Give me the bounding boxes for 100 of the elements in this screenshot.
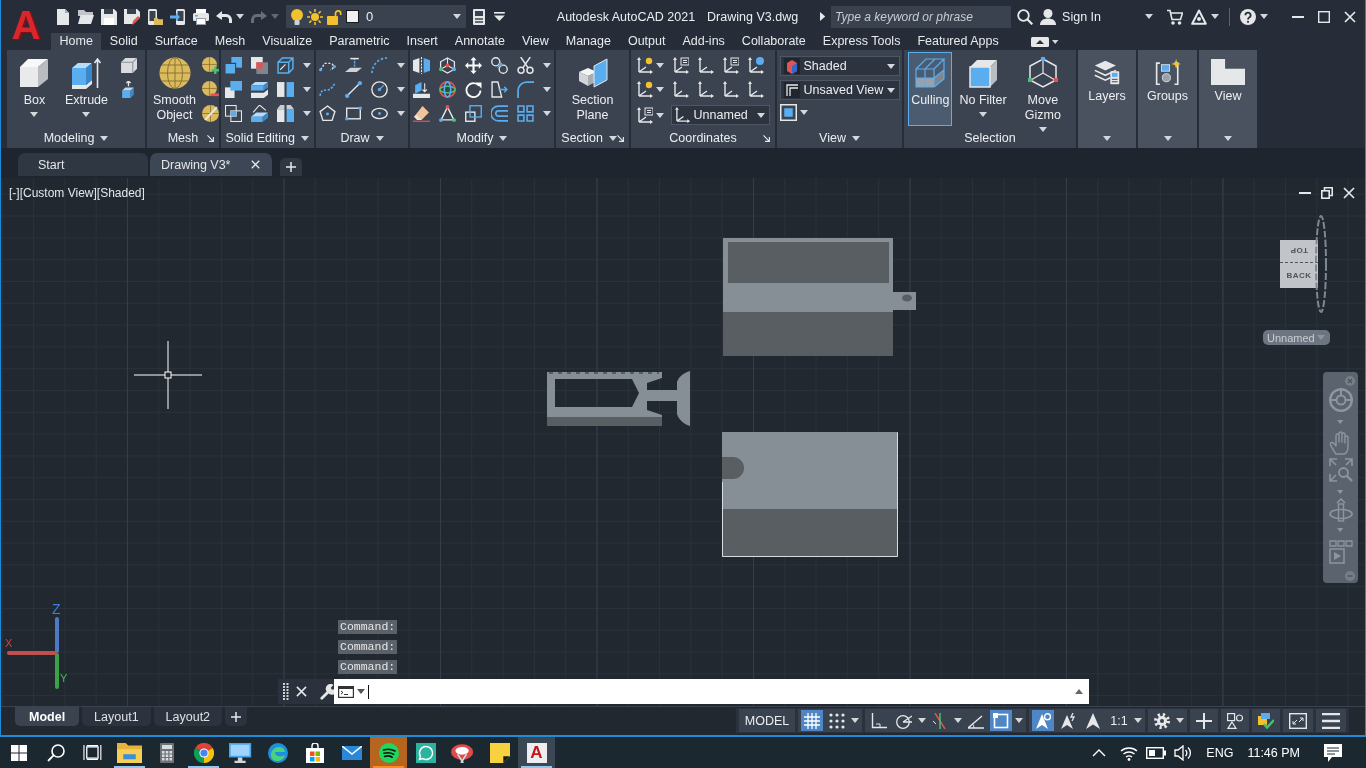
ribbon-tab[interactable]: Manage bbox=[557, 33, 620, 50]
ribbon-button[interactable]: Move Gizmo bbox=[1013, 52, 1072, 126]
ribbon-dropdown[interactable]: Unnamed bbox=[670, 105, 770, 125]
save-icon[interactable] bbox=[101, 8, 117, 25]
ucs-axes-dot-icon[interactable] bbox=[636, 81, 653, 98]
sphere-minus-icon[interactable] bbox=[202, 81, 219, 98]
ribbon-tab[interactable]: Collaborate bbox=[733, 33, 815, 50]
status-toggle-button[interactable] bbox=[1032, 710, 1055, 731]
caret-icon[interactable] bbox=[1133, 718, 1142, 723]
line-icon[interactable] bbox=[345, 81, 362, 98]
launcher-arrow-icon[interactable] bbox=[763, 134, 770, 142]
new-file-icon[interactable] bbox=[55, 8, 71, 25]
ribbon-button[interactable]: Section Plane bbox=[563, 52, 622, 126]
ucs-axes-board-icon[interactable] bbox=[722, 57, 739, 74]
caret-icon[interactable] bbox=[1145, 14, 1153, 19]
caret-icon[interactable] bbox=[397, 111, 405, 116]
caret-icon[interactable] bbox=[918, 718, 927, 723]
ribbon-button[interactable]: Culling bbox=[908, 52, 953, 126]
frame-square-icon[interactable] bbox=[779, 104, 797, 121]
caret-icon[interactable] bbox=[543, 87, 551, 92]
caret-up-icon[interactable] bbox=[1075, 689, 1083, 694]
cube-nodes-icon[interactable] bbox=[439, 57, 456, 74]
battery-icon[interactable] bbox=[1146, 746, 1167, 759]
caret-icon[interactable] bbox=[301, 135, 309, 141]
viewport-menu-button[interactable]: [Shaded] bbox=[96, 186, 145, 200]
status-toggle-button[interactable] bbox=[990, 710, 1013, 731]
caret-icon[interactable] bbox=[236, 14, 244, 19]
caret-icon[interactable] bbox=[851, 718, 860, 723]
ribbon-button[interactable]: Groups bbox=[1144, 52, 1191, 126]
caret-icon[interactable] bbox=[655, 87, 664, 92]
sun-icon[interactable] bbox=[307, 8, 323, 25]
align-icon[interactable] bbox=[413, 81, 430, 98]
caret-icon[interactable] bbox=[851, 135, 860, 141]
subtract-squares-icon[interactable] bbox=[250, 57, 268, 74]
sphere-slash-icon[interactable] bbox=[202, 105, 219, 122]
spline-icon[interactable] bbox=[319, 81, 336, 98]
caret-icon[interactable] bbox=[397, 87, 405, 92]
close-icon[interactable] bbox=[1344, 10, 1356, 23]
wireframe-cube-icon[interactable] bbox=[276, 57, 294, 74]
panel-toggle-icon[interactable] bbox=[1031, 36, 1050, 47]
mirror-icon[interactable] bbox=[413, 57, 430, 74]
close-icon[interactable] bbox=[1343, 187, 1355, 199]
ribbon-tab[interactable]: Annotate bbox=[446, 33, 514, 50]
caret-icon[interactable] bbox=[655, 63, 664, 68]
language-indicator[interactable]: ENG bbox=[1206, 745, 1234, 760]
split-block-icon[interactable] bbox=[276, 81, 294, 98]
caret-icon[interactable] bbox=[375, 135, 384, 141]
stretch-icon[interactable] bbox=[491, 81, 508, 98]
status-toggle-button[interactable] bbox=[801, 710, 824, 731]
caret-icon[interactable] bbox=[1211, 14, 1219, 19]
caret-icon[interactable] bbox=[357, 689, 365, 694]
layout-tab[interactable]: Layout2 bbox=[153, 707, 223, 726]
caret-icon[interactable] bbox=[1175, 718, 1184, 723]
split-cube-icon[interactable] bbox=[276, 105, 294, 122]
ribbon-button[interactable]: Smooth Object bbox=[147, 52, 202, 126]
printer-icon[interactable] bbox=[193, 8, 209, 25]
ucs-axes-board-icon[interactable] bbox=[672, 57, 689, 74]
ribbon-tab[interactable]: Mesh bbox=[206, 33, 254, 50]
phone-folder-icon[interactable] bbox=[147, 8, 163, 25]
help-icon[interactable] bbox=[1240, 8, 1256, 25]
ribbon-tab[interactable]: Solid bbox=[101, 33, 147, 50]
caret-icon[interactable] bbox=[100, 135, 109, 141]
circle-icon[interactable] bbox=[371, 81, 388, 98]
device-panel-icon[interactable] bbox=[473, 8, 485, 25]
view-cube-face[interactable]: TOP bbox=[1280, 240, 1318, 262]
ribbon-button[interactable]: Layers bbox=[1085, 52, 1129, 126]
ribbon-dropdown[interactable]: Unsaved View bbox=[779, 80, 900, 100]
triangle-icon[interactable] bbox=[1191, 8, 1207, 25]
arc-icon[interactable] bbox=[371, 57, 388, 74]
compass-ring-icon[interactable] bbox=[1315, 215, 1327, 313]
wifi-icon[interactable] bbox=[1120, 744, 1139, 761]
minimize-icon[interactable] bbox=[1292, 15, 1304, 18]
command-input[interactable] bbox=[334, 679, 1089, 704]
ribbon-tab[interactable]: Visualize bbox=[253, 33, 321, 50]
caret-icon[interactable] bbox=[1224, 135, 1232, 141]
view-cube-face[interactable]: BACK bbox=[1280, 262, 1318, 288]
ucs-axes-dot-icon[interactable] bbox=[636, 57, 653, 74]
caret-icon[interactable] bbox=[543, 63, 551, 68]
rotate-icon[interactable] bbox=[465, 81, 482, 98]
caret-icon[interactable] bbox=[397, 63, 405, 68]
layout-tab[interactable]: Layout1 bbox=[82, 707, 151, 726]
open-folder-icon[interactable] bbox=[78, 8, 94, 25]
ribbon-tab[interactable]: Express Tools bbox=[814, 33, 909, 50]
ribbon-tab[interactable]: View bbox=[513, 33, 558, 50]
ucs-axes-icon[interactable] bbox=[747, 81, 764, 98]
offset-curves-icon[interactable] bbox=[491, 105, 508, 122]
ucs-axes-icon[interactable] bbox=[697, 81, 714, 98]
chevron-up-icon[interactable] bbox=[1092, 748, 1107, 757]
caret-icon[interactable] bbox=[954, 718, 963, 723]
caret-icon[interactable] bbox=[302, 111, 311, 116]
file-tab[interactable]: Drawing V3* bbox=[150, 153, 272, 176]
taskbar-app-button[interactable] bbox=[370, 737, 407, 768]
ribbon-button[interactable]: View bbox=[1207, 52, 1249, 126]
taskbar-app-button[interactable]: A bbox=[518, 737, 555, 768]
close-icon[interactable] bbox=[251, 160, 260, 169]
status-button[interactable]: 1:1 bbox=[1107, 710, 1131, 731]
caret-icon[interactable] bbox=[499, 135, 508, 141]
open-padlock-icon[interactable] bbox=[327, 8, 342, 25]
caret-icon[interactable] bbox=[1103, 135, 1111, 141]
undo-arrow-icon[interactable] bbox=[216, 10, 232, 23]
